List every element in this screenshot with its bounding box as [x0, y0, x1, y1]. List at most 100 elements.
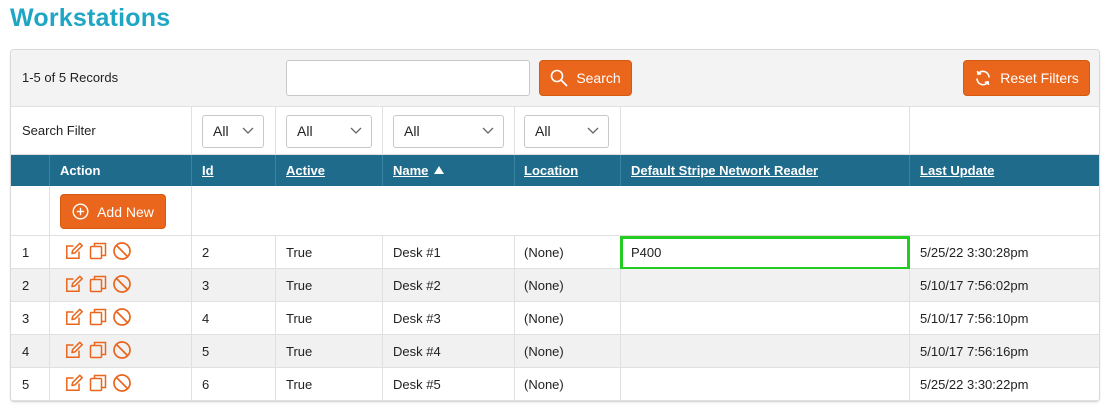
disable-icon[interactable] [112, 241, 132, 261]
row-actions [64, 307, 132, 327]
column-divider [275, 236, 276, 269]
column-divider [49, 335, 50, 368]
cell-id: 3 [202, 278, 210, 293]
header-name-sort[interactable]: Name [393, 163, 428, 178]
column-divider [275, 269, 276, 302]
copy-icon[interactable] [88, 340, 108, 360]
header-id-sort[interactable]: Id [202, 163, 214, 178]
cell-id: 6 [202, 377, 210, 392]
header-location-sort[interactable]: Location [524, 163, 578, 178]
sort-ascending-icon [434, 166, 445, 174]
column-divider [514, 155, 515, 186]
column-divider [382, 107, 383, 155]
toolbar: 1-5 of 5 Records Search Reset Filters [11, 50, 1099, 107]
column-divider [191, 335, 192, 368]
cell-location: (None) [524, 344, 564, 359]
search-button[interactable]: Search [539, 60, 632, 96]
table-row: 1 2 True Desk #1 (None) P400 5/25/22 3:30:28pm [11, 236, 1099, 270]
column-divider [514, 269, 515, 302]
highlighted-cell-outline [620, 236, 910, 270]
records-count: 1-5 of 5 Records [22, 70, 119, 85]
column-divider [909, 302, 910, 335]
search-button-label: Search [576, 70, 621, 86]
column-divider [49, 368, 50, 401]
filter-row: Search Filter All All All All [11, 107, 1099, 155]
row-number: 2 [22, 278, 30, 293]
cell-active: True [286, 344, 313, 359]
reset-filters-button[interactable]: Reset Filters [963, 60, 1090, 96]
column-divider [49, 302, 50, 335]
cell-name: Desk #4 [393, 344, 441, 359]
disable-icon[interactable] [112, 340, 132, 360]
column-divider [909, 107, 910, 155]
add-new-row: Add New [11, 186, 1099, 236]
disable-icon[interactable] [112, 307, 132, 327]
column-divider [620, 335, 621, 368]
column-divider [191, 155, 192, 186]
column-divider [620, 107, 621, 155]
cell-last-update: 5/10/17 7:56:02pm [920, 278, 1029, 293]
disable-icon[interactable] [112, 274, 132, 294]
add-new-button[interactable]: Add New [60, 194, 166, 229]
column-divider [382, 236, 383, 269]
copy-icon[interactable] [88, 307, 108, 327]
edit-icon[interactable] [64, 340, 84, 360]
column-divider [909, 155, 910, 186]
cell-id: 4 [202, 311, 210, 326]
row-number: 5 [22, 377, 30, 392]
cell-active: True [286, 245, 313, 260]
column-divider [514, 335, 515, 368]
column-divider [49, 186, 50, 236]
cell-last-update: 5/25/22 3:30:22pm [920, 377, 1029, 392]
refresh-icon [976, 70, 991, 86]
active-filter-select[interactable]: All [286, 115, 372, 148]
column-divider [514, 302, 515, 335]
column-divider [620, 269, 621, 302]
row-actions [64, 340, 132, 360]
location-filter-value: All [535, 123, 551, 139]
header-active-sort[interactable]: Active [286, 163, 325, 178]
cell-active: True [286, 311, 313, 326]
cell-id: 5 [202, 344, 210, 359]
cell-last-update: 5/10/17 7:56:10pm [920, 311, 1029, 326]
column-divider [514, 236, 515, 269]
cell-last-update: 5/10/17 7:56:16pm [920, 344, 1029, 359]
cell-location: (None) [524, 278, 564, 293]
name-filter-select[interactable]: All [393, 115, 504, 148]
column-divider [191, 269, 192, 302]
row-actions [64, 274, 132, 294]
id-filter-select[interactable]: All [202, 115, 264, 148]
copy-icon[interactable] [88, 274, 108, 294]
edit-icon[interactable] [64, 274, 84, 294]
column-divider [191, 302, 192, 335]
header-last-update-sort[interactable]: Last Update [920, 163, 994, 178]
copy-icon[interactable] [88, 373, 108, 393]
column-divider [191, 368, 192, 401]
workstations-panel: 1-5 of 5 Records Search Reset Filters Se… [10, 49, 1100, 402]
header-action: Action [60, 163, 101, 178]
search-input[interactable] [286, 60, 530, 96]
id-filter-value: All [213, 123, 229, 139]
header-name-sort-group[interactable]: Name [393, 163, 445, 178]
location-filter-select[interactable]: All [524, 115, 609, 148]
column-divider [49, 269, 50, 302]
header-reader-sort[interactable]: Default Stripe Network Reader [631, 163, 818, 178]
reset-filters-label: Reset Filters [1000, 70, 1079, 86]
column-divider [49, 236, 50, 269]
copy-icon[interactable] [88, 241, 108, 261]
cell-name: Desk #2 [393, 278, 441, 293]
column-divider [49, 155, 50, 186]
edit-icon[interactable] [64, 241, 84, 261]
disable-icon[interactable] [112, 373, 132, 393]
search-icon [551, 69, 568, 87]
edit-icon[interactable] [64, 307, 84, 327]
column-divider [191, 186, 192, 236]
column-divider [382, 302, 383, 335]
add-circle-icon [72, 203, 89, 220]
chevron-down-icon [350, 127, 362, 134]
cell-active: True [286, 278, 313, 293]
table-row: 4 5 True Desk #4 (None) 5/10/17 7:56:16pm [11, 335, 1099, 368]
cell-location: (None) [524, 377, 564, 392]
edit-icon[interactable] [64, 373, 84, 393]
row-number: 3 [22, 311, 30, 326]
